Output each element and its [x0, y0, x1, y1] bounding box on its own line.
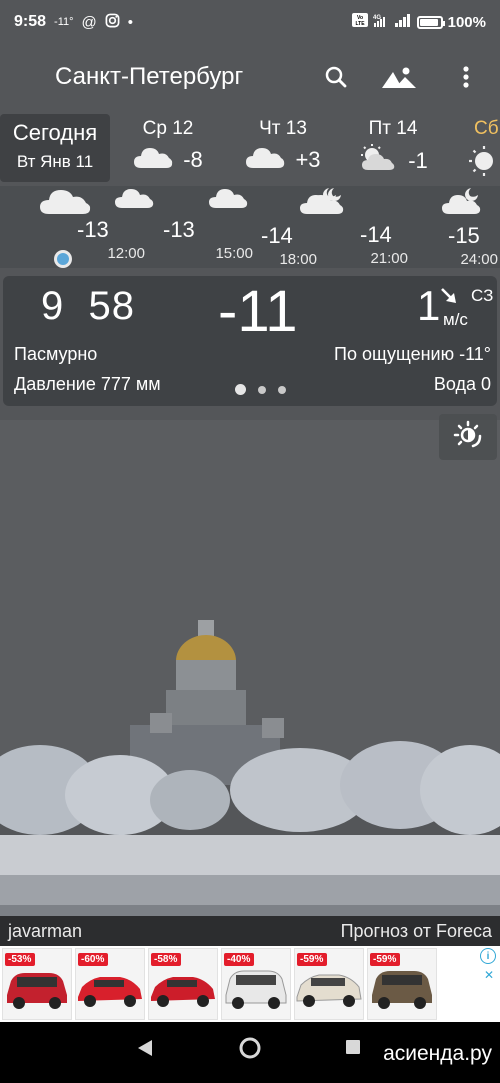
app-bar: Санкт-Петербург [0, 48, 500, 106]
ad-discount-badge: -59% [370, 953, 401, 966]
hour-item: -13 12:00 [77, 186, 167, 262]
current-temp: -11 [218, 279, 298, 344]
photo-author[interactable]: javarman [8, 921, 82, 942]
current-conditions-card[interactable]: 9 58 -11 1 СЗ м/с Пасмурно По ощущению -… [3, 276, 497, 406]
ad-car-tile[interactable]: -59% [294, 948, 364, 1020]
city-title[interactable]: Санкт-Петербург [55, 63, 243, 91]
battery-percent: 100% [447, 13, 486, 31]
hour-time: 12:00 [107, 245, 145, 262]
cloud-icon [163, 186, 253, 215]
hour-time: 24:00 [460, 251, 498, 268]
cloud-moon-icon [304, 186, 348, 221]
day-name: Ср 12 [142, 118, 194, 139]
theme-toggle-button[interactable] [439, 414, 497, 460]
hour-temp: -15 [448, 223, 480, 248]
volte-icon: Vo LTE [351, 13, 368, 31]
sun-icon [460, 144, 494, 184]
instagram-icon [105, 13, 120, 32]
ad-discount-badge: -40% [224, 953, 255, 966]
ad-discount-badge: -53% [5, 953, 36, 966]
day-today[interactable]: Сегодня Вт Янв 11 [0, 114, 110, 182]
day-temp: -8 [183, 147, 203, 172]
hour-item: -13 15:00 [163, 186, 253, 262]
day-temp: -1 [408, 148, 428, 173]
hour-time: 15:00 [215, 245, 253, 262]
ad-info-icon[interactable]: i [480, 948, 496, 964]
signal-icon [394, 13, 412, 31]
ad-car-tile[interactable]: -53% [2, 948, 72, 1020]
at-sign-icon: @ [81, 13, 97, 31]
hourly-forecast[interactable]: -13 12:00 -13 15:00 -14 18:00 -14 21:00 … [0, 186, 500, 268]
ad-close-icon[interactable]: ✕ [484, 968, 494, 982]
landscape-icon[interactable] [381, 59, 417, 95]
status-temp: -11° [54, 16, 74, 28]
back-icon[interactable] [136, 1038, 154, 1063]
water-temp: Вода 0 [433, 374, 491, 394]
day-item[interactable]: Пт 14 -1 [348, 114, 438, 182]
day-temp: +3 [295, 147, 321, 172]
current-time-marker [52, 248, 74, 275]
cloud-moon-icon [408, 186, 498, 221]
svg-text:LTE: LTE [355, 21, 365, 27]
page-dot [258, 385, 266, 394]
cloud-icon [77, 186, 167, 215]
day-item[interactable]: Сб [460, 114, 500, 182]
page-dot [278, 385, 286, 394]
more-vert-icon[interactable] [448, 59, 484, 95]
current-clock: 9 58 [41, 284, 135, 329]
day-name: Чт 13 [259, 118, 307, 139]
ad-car-tile[interactable]: -58% [148, 948, 218, 1020]
today-label: Сегодня [12, 120, 98, 145]
wind-direction: СЗ [471, 286, 494, 305]
feels-like: По ощущению -11° [334, 344, 491, 364]
status-time: 9:58 [14, 13, 47, 30]
day-item[interactable]: Ср 12 -8 [118, 114, 218, 182]
hour-item: -15 24:00 [408, 186, 498, 268]
brightness-icon [453, 420, 483, 455]
dot-icon: • [127, 13, 134, 31]
photo-credit-bar: javarman Прогноз от Foreca [0, 916, 500, 946]
wind-unit: м/с [443, 310, 468, 329]
ad-banner[interactable]: -53% -60% -58% -40% -59% -59% i ✕ [0, 946, 500, 1022]
search-icon[interactable] [318, 59, 354, 95]
today-date: Вт Янв 11 [16, 152, 94, 171]
clock-minutes: 58 [88, 284, 135, 328]
hour-time: 18:00 [279, 251, 317, 268]
ad-car-tile[interactable]: -59% [367, 948, 437, 1020]
page-indicator [235, 384, 286, 395]
home-icon[interactable] [238, 1036, 262, 1065]
system-nav-bar: асиенда.ру [0, 1022, 500, 1083]
clock-hours: 9 [41, 284, 65, 328]
hour-temp: -13 [163, 217, 195, 242]
recents-icon[interactable] [344, 1038, 362, 1061]
partly-cloudy-icon [358, 144, 398, 178]
ad-discount-badge: -60% [78, 953, 109, 966]
cloud-icon [245, 144, 285, 176]
day-name: Пт 14 [368, 118, 418, 139]
page-dot [235, 384, 246, 395]
status-bar: 9:58 -11° @ • Vo LTE 4G 100% [0, 0, 500, 44]
hour-temp: -13 [77, 217, 109, 242]
4g-signal-icon: 4G [373, 13, 389, 31]
ad-discount-badge: -59% [297, 953, 328, 966]
battery-icon [416, 15, 445, 29]
ad-car-tile[interactable]: -40% [221, 948, 291, 1020]
wind-speed: 1 [417, 282, 441, 329]
forecast-provider[interactable]: Прогноз от Foreca [341, 921, 492, 942]
ad-car-tile[interactable]: -60% [75, 948, 145, 1020]
pressure: Давление 777 мм [14, 374, 161, 394]
cloud-icon [133, 144, 173, 176]
ad-discount-badge: -58% [151, 953, 182, 966]
condition-text: Пасмурно [14, 344, 98, 364]
hour-temp: -14 [261, 223, 293, 248]
day-item[interactable]: Чт 13 +3 [238, 114, 328, 182]
day-name: Сб [474, 118, 499, 139]
wind-arrow-icon [439, 286, 459, 311]
daily-forecast: Сегодня Вт Янв 11 Ср 12 -8 Чт 13 +3 Пт 1… [0, 114, 500, 182]
watermark: асиенда.ру [383, 1042, 492, 1065]
